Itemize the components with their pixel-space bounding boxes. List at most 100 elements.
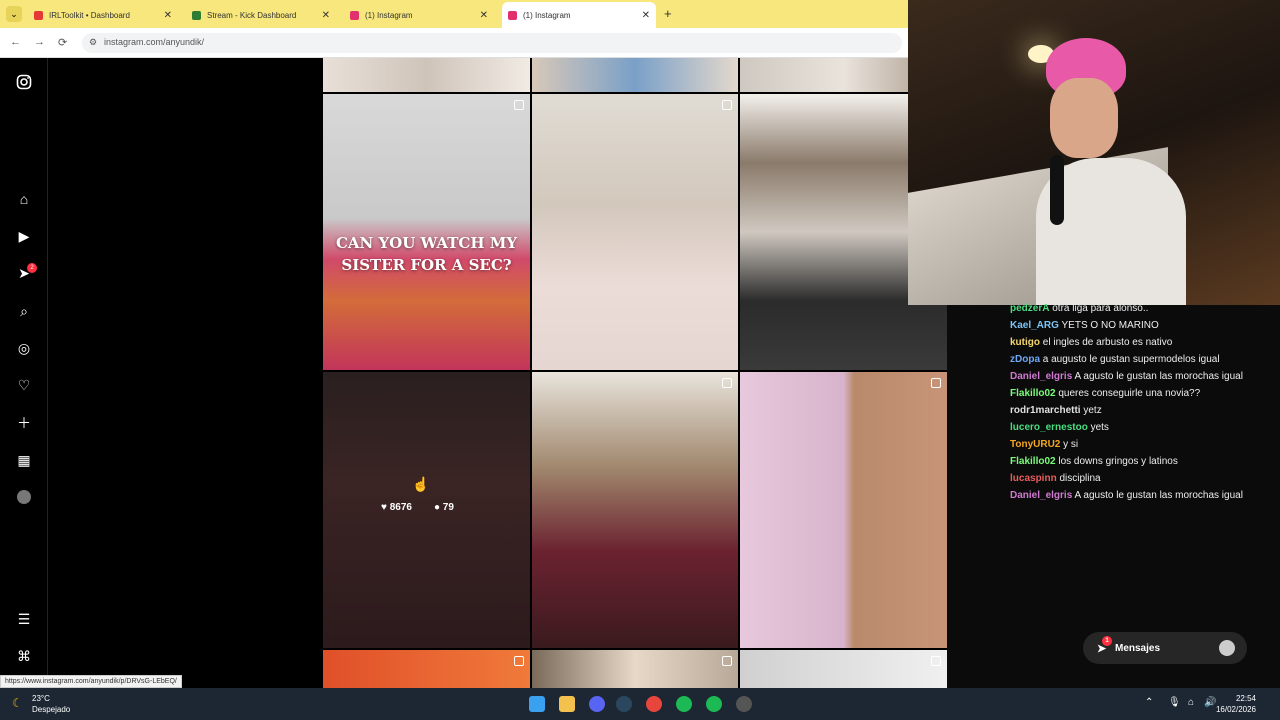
chat-message-text: yetz (1083, 405, 1102, 416)
tab-title: IRLToolkit • Dashboard (49, 10, 130, 20)
close-icon[interactable]: ✕ (322, 10, 330, 21)
volume-icon[interactable]: 🔊 (1204, 697, 1216, 708)
post-thumbnail[interactable]: CAN YOU WATCH MY SISTER FOR A SEC? (323, 94, 530, 370)
post-thumbnail[interactable] (323, 650, 530, 688)
reels-icon[interactable]: ▶ (14, 226, 34, 246)
steam-icon[interactable] (616, 696, 632, 712)
chat-message: kutigo el ingles de arbusto es nativo (1010, 337, 1172, 348)
chat-message-text: YETS O NO MARINO (1061, 320, 1159, 331)
chat-message-text: otra liga para alonso.. (1052, 303, 1149, 314)
close-icon[interactable]: ✕ (164, 10, 172, 21)
instagram-logo-icon[interactable] (14, 72, 34, 92)
post-hover-stats: ♥ 8676 ● 79 (381, 502, 454, 513)
chat-username[interactable]: Kael_ARG (1010, 320, 1059, 331)
system-tray-chevron-icon[interactable]: ⌃ (1145, 697, 1153, 708)
messages-label: Mensajes (1115, 642, 1161, 654)
windows-start-icon[interactable] (529, 696, 545, 712)
weather-widget[interactable]: 23°C Despejado (32, 693, 70, 715)
close-icon[interactable]: ✕ (642, 10, 650, 21)
file-explorer-icon[interactable] (559, 696, 575, 712)
chat-message: Flakillo02 queres conseguirle una novia?… (1010, 388, 1200, 399)
tab-search-icon[interactable]: ⌄ (6, 6, 22, 22)
address-bar-area: ← → ⟳ ⚙ instagram.com/anyundik/ (0, 28, 908, 58)
post-thumbnail[interactable] (323, 58, 530, 92)
streamer-webcam (908, 0, 1280, 305)
chat-message-text: a augusto le gustan supermodelos igual (1042, 354, 1220, 365)
messages-button[interactable]: ➤ 1 Mensajes (1083, 632, 1247, 664)
chat-message: pedzerA otra liga para alonso.. (1010, 303, 1148, 314)
chat-username[interactable]: Flakillo02 (1010, 456, 1056, 467)
chat-username[interactable]: kutigo (1010, 337, 1040, 348)
heart-icon: ♥ (381, 502, 387, 513)
search-icon[interactable]: ⌕ (14, 301, 34, 321)
post-thumbnail-hovered[interactable]: ♥ 8676 ● 79 (323, 372, 530, 648)
notification-badge: 2 (27, 263, 37, 273)
post-thumbnail[interactable] (532, 94, 738, 370)
reel-icon (722, 656, 732, 666)
spotify-icon[interactable] (676, 696, 692, 712)
back-icon[interactable]: ← (10, 36, 21, 48)
spotify-icon[interactable] (706, 696, 722, 712)
likes-count: ♥ 8676 (381, 502, 412, 513)
microphone-tray-icon[interactable]: 🎙 (1168, 697, 1181, 708)
chat-username[interactable]: Daniel_elgris (1010, 490, 1072, 501)
threads-icon[interactable]: ⌘ (14, 646, 34, 666)
network-icon[interactable]: ⌂ (1188, 697, 1194, 708)
tab-kick-dashboard[interactable]: Stream - Kick Dashboard ✕ (186, 4, 336, 26)
chat-message: Kael_ARG YETS O NO MARINO (1010, 320, 1159, 331)
post-thumbnail[interactable] (740, 372, 947, 648)
tab-instagram-1[interactable]: (1) Instagram ✕ (344, 4, 494, 26)
url-input[interactable]: ⚙ instagram.com/anyundik/ (82, 33, 902, 53)
kick-favicon-icon (192, 10, 201, 20)
microphone (1050, 155, 1064, 225)
messages-badge: 1 (1102, 636, 1112, 646)
discord-icon[interactable] (589, 696, 605, 712)
chat-username[interactable]: Flakillo02 (1010, 388, 1056, 399)
comments-count: ● 79 (434, 502, 454, 513)
explore-icon[interactable]: ◎ (14, 338, 34, 358)
post-thumbnail[interactable] (532, 650, 738, 688)
dashboard-icon[interactable]: ▦ (14, 450, 34, 470)
post-thumbnail[interactable] (740, 650, 947, 688)
chat-username[interactable]: pedzerA (1010, 303, 1049, 314)
chrome-icon[interactable] (646, 696, 662, 712)
clock-time: 22:54 (1235, 694, 1256, 703)
chat-message: zDopa a augusto le gustan supermodelos i… (1010, 354, 1220, 365)
forward-icon[interactable]: → (34, 36, 45, 48)
close-icon[interactable]: ✕ (480, 10, 488, 21)
chat-message-text: queres conseguirle una novia?? (1058, 388, 1201, 399)
irltoolkit-favicon-icon (34, 10, 43, 20)
mouse-cursor-icon: ☝ (412, 476, 430, 492)
home-icon[interactable]: ⌂ (14, 189, 34, 209)
site-settings-icon[interactable]: ⚙ (89, 37, 97, 48)
chat-username[interactable]: zDopa (1010, 354, 1040, 365)
chat-message-text: el ingles de arbusto es nativo (1042, 337, 1173, 348)
new-tab-icon[interactable]: + (664, 6, 672, 21)
chat-message: Daniel_elgris A agusto le gustan las mor… (1010, 490, 1243, 501)
chat-message-text: y si (1063, 439, 1079, 450)
profile-posts-grid: CAN YOU WATCH MY SISTER FOR A SEC? ♥ 867… (323, 58, 947, 688)
url-text: instagram.com/anyundik/ (104, 37, 205, 47)
reel-icon (514, 100, 524, 110)
status-link-preview: https://www.instagram.com/anyundik/p/DRV… (0, 675, 182, 688)
create-icon[interactable]: ＋ (14, 413, 34, 433)
notifications-heart-icon[interactable]: ♡ (14, 375, 34, 395)
tab-title: (1) Instagram (365, 10, 413, 20)
post-thumbnail[interactable] (532, 58, 738, 92)
windows-taskbar: ☾ 23°C Despejado ⌃ 🎙 ⌂ 🔊 22:54 16/02/202… (0, 688, 1280, 720)
reload-icon[interactable]: ⟳ (58, 36, 67, 49)
system-clock[interactable]: 22:54 16/02/2026 (1216, 693, 1256, 715)
chat-username[interactable]: lucaspinn (1010, 473, 1057, 484)
post-thumbnail[interactable] (532, 372, 738, 648)
tab-irltoolkit[interactable]: IRLToolkit • Dashboard ✕ (28, 4, 178, 26)
more-menu-icon[interactable]: ☰ (14, 609, 34, 629)
likes-value: 8676 (389, 502, 412, 513)
chat-username[interactable]: Daniel_elgris (1010, 371, 1072, 382)
tab-instagram-2-active[interactable]: (1) Instagram ✕ (502, 2, 656, 28)
chat-username[interactable]: TonyURU2 (1010, 439, 1060, 450)
chat-username[interactable]: lucero_ernestoo (1010, 422, 1088, 433)
profile-avatar-icon[interactable] (14, 487, 34, 507)
app-icon[interactable] (736, 696, 752, 712)
chat-username[interactable]: rodr1marchetti (1010, 405, 1081, 416)
clock-date: 16/02/2026 (1215, 705, 1256, 714)
